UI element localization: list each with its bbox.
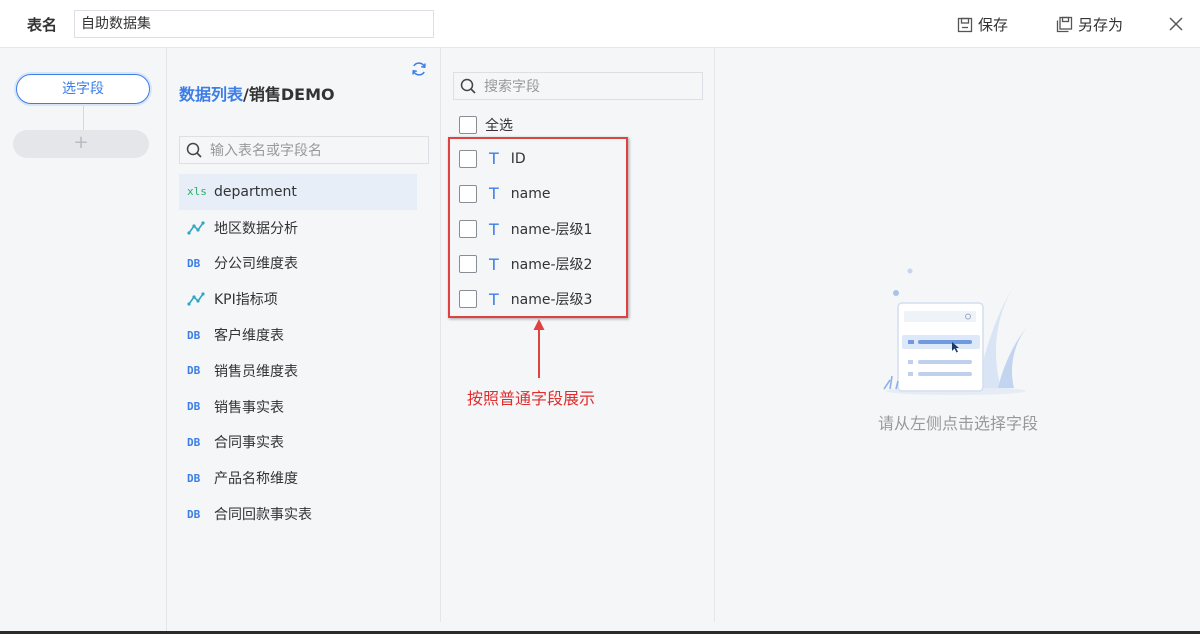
breadcrumb-current: 销售DEMO [248,85,335,104]
field-item[interactable]: Tname-层级2 [459,254,592,274]
table-item-label: 分公司维度表 [214,256,298,273]
field-item-label: name-层级3 [510,292,593,308]
field-item[interactable]: T ID [459,149,526,168]
save-as-button[interactable]: 另存为 [1056,14,1123,35]
step-select-fields[interactable]: 选字段 [16,74,150,104]
save-label: 保存 [978,16,1009,34]
table-item[interactable]: DB 合同回款事实表 [179,496,417,532]
empty-state-message: 请从左侧点击选择字段 [877,414,1038,433]
steps-panel: 选字段 + [0,48,167,634]
database-table-icon: DB [187,256,201,270]
save-button[interactable]: 保存 [957,14,1008,35]
analysis-table-icon [187,292,207,306]
table-item-label: 合同事实表 [214,435,284,452]
analysis-table-icon [187,221,207,235]
checkbox[interactable] [459,184,477,203]
save-icon [957,17,973,32]
breadcrumb: 数据列表/销售DEMO [179,81,335,105]
preview-panel: 请从左侧点击选择字段 [716,48,1200,622]
checkbox[interactable] [459,220,477,238]
search-icon [186,142,202,158]
checkbox[interactable] [459,116,477,134]
select-all-checkbox[interactable]: 全选 [459,115,513,135]
table-search-placeholder: 输入表名或字段名 [210,143,322,159]
field-item[interactable]: Tname [459,184,550,203]
text-type-icon: T [489,219,499,239]
step-connector [83,106,84,130]
database-table-icon: DB [187,471,201,485]
top-bar: 表名 自助数据集 保存 另存为 [0,0,1200,48]
table-name-label: 表名 [27,16,58,34]
table-item-label: 销售员维度表 [214,363,298,380]
select-all-label: 全选 [485,118,513,134]
table-item-label: 合同回款事实表 [214,507,312,524]
text-type-icon: T [489,184,499,203]
table-item[interactable]: xls department [179,174,417,210]
checkbox[interactable] [459,290,477,308]
table-item[interactable]: DB 客户维度表 [179,317,417,353]
table-item-label: department [214,183,297,200]
table-item-label: 地区数据分析 [214,220,298,237]
database-table-icon: DB [187,364,201,378]
table-item-label: 客户维度表 [214,328,284,345]
empty-state-illustration [883,268,1031,395]
table-list-panel: 数据列表/销售DEMO 输入表名或字段名 xls department 地区数据分析… [168,48,441,622]
database-table-icon: DB [187,400,201,414]
field-search-input[interactable]: 搜索字段 [453,72,703,100]
excel-table-icon: xls [187,185,207,199]
table-item[interactable]: DB 产品名称维度 [179,460,417,496]
table-item-label: KPI指标项 [214,292,278,309]
add-step-button[interactable]: + [13,130,149,158]
table-item-label: 产品名称维度 [214,471,298,488]
text-type-icon: T [489,289,499,309]
checkbox[interactable] [459,149,477,168]
field-item[interactable]: Tname-层级1 [459,219,592,239]
refresh-icon[interactable] [411,61,427,77]
table-name-input[interactable]: 自助数据集 [74,10,434,38]
table-item[interactable]: DB 销售事实表 [179,389,417,425]
breadcrumb-data-list[interactable]: 数据列表 [179,85,243,104]
database-table-icon: DB [187,507,201,521]
save-as-icon [1056,16,1073,33]
field-item-label: name-层级2 [510,257,593,273]
table-search-input[interactable]: 输入表名或字段名 [179,136,429,164]
table-item[interactable]: DB 分公司维度表 [179,246,417,282]
save-as-label: 另存为 [1078,16,1124,34]
text-type-icon: T [489,149,499,168]
field-item-label: name [510,185,551,202]
field-search-placeholder: 搜索字段 [484,79,540,95]
checkbox[interactable] [459,255,477,273]
database-table-icon: DB [187,435,201,449]
database-table-icon: DB [187,328,201,342]
annotation-text: 按照普通字段展示 [467,389,596,408]
field-item[interactable]: Tname-层级3 [459,289,592,309]
search-icon [460,78,476,94]
table-list: xls department 地区数据分析 DB 分公司维度表 KPI指标项 DB 客户维度表… [179,174,417,532]
text-type-icon: T [489,254,499,274]
table-item-label: 销售事实表 [214,399,284,416]
field-item-label: ID [510,150,526,167]
table-item[interactable]: 地区数据分析 [179,210,417,246]
field-item-label: name-层级1 [510,222,593,238]
table-item[interactable]: KPI指标项 [179,281,417,317]
table-item[interactable]: DB 合同事实表 [179,425,417,461]
table-item[interactable]: DB 销售员维度表 [179,353,417,389]
field-list-panel: 搜索字段 全选 T ID Tname Tname-层级1 Tname-层级2 Tname-… [442,48,715,622]
arrow-up-icon [533,319,545,378]
close-icon[interactable] [1168,16,1184,32]
